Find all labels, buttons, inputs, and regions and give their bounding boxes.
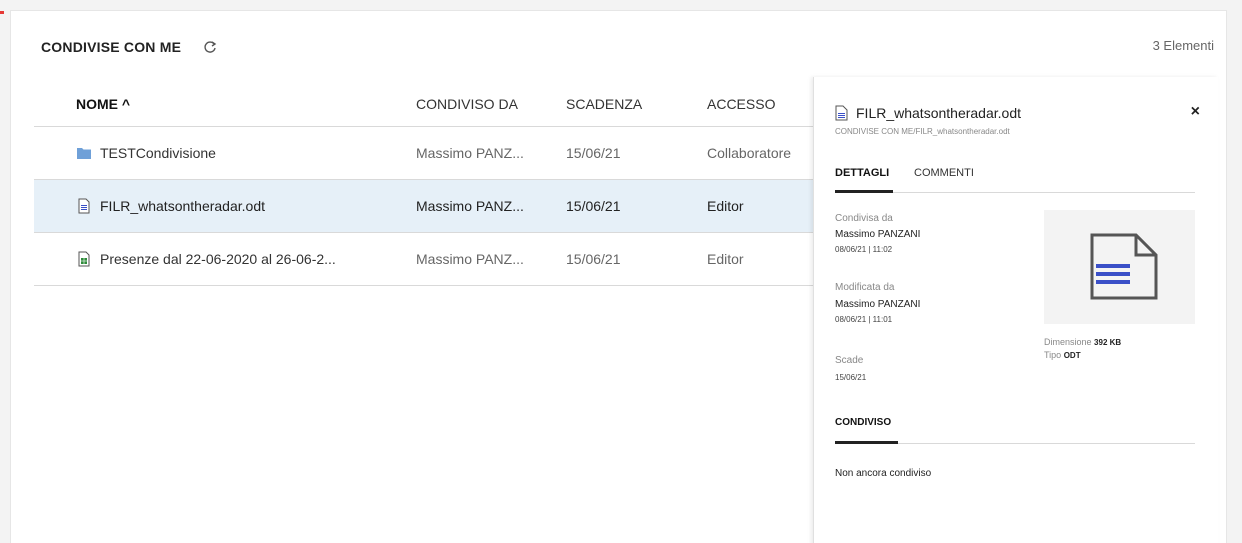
file-thumbnail [1044,210,1195,324]
document-icon [835,105,848,121]
column-header-shared-by[interactable]: CONDIVISO DA [416,96,518,112]
expires-value: 15/06/21 [835,373,867,382]
refresh-icon[interactable] [203,40,217,54]
column-header-name[interactable]: NOME ^ [76,96,130,112]
shared-by-label: Condivisa da [835,213,893,224]
close-icon[interactable]: × [1191,103,1200,121]
tab-comments[interactable]: COMMENTI [914,167,974,179]
document-icon [78,198,90,214]
size-label: Dimensione [1044,337,1092,347]
table-row[interactable]: Presenze dal 22-06-2020 al 26-06-2... Ma… [34,233,824,286]
size-value: 392 KB [1094,338,1122,347]
corner-marker [0,11,4,14]
file-type: Tipo ODT [1044,350,1081,360]
column-header-expires[interactable]: SCADENZA [566,96,642,112]
file-name: FILR_whatsontheradar.odt [100,198,265,214]
type-value: ODT [1063,351,1081,360]
details-pane: FILR_whatsontheradar.odt × CONDIVISE CON… [813,77,1218,543]
column-header-access[interactable]: ACCESSO [707,96,775,112]
shared-by: Massimo PANZ... [416,145,524,161]
shared-by-date: 08/06/21 | 11:02 [835,245,893,254]
details-title: FILR_whatsontheradar.odt [856,105,1021,121]
modified-by-date: 08/06/21 | 11:01 [835,315,893,324]
access-level: Editor [707,251,744,267]
modified-by-label: Modificata da [835,282,895,293]
file-name: Presenze dal 22-06-2020 al 26-06-2... [100,251,336,267]
expiration: 15/06/21 [566,251,621,267]
active-tab-indicator [835,190,893,193]
file-name: TESTCondivisione [100,145,216,161]
shared-by-name: Massimo PANZANI [835,229,921,240]
expires-label: Scade [835,355,864,366]
table-row[interactable]: TESTCondivisione Massimo PANZ... 15/06/2… [34,127,824,180]
modified-by-name: Massimo PANZANI [835,299,921,310]
tab-details[interactable]: DETTAGLI [835,167,889,179]
shared-by: Massimo PANZ... [416,198,524,214]
page-title: CONDIVISE CON ME [41,39,182,55]
breadcrumb: CONDIVISE CON ME/FILR_whatsontheradar.od… [835,127,1010,136]
spreadsheet-icon [78,251,90,267]
shared-heading: CONDIVISO [835,417,892,428]
folder-icon [77,148,91,159]
access-level: Editor [707,198,744,214]
file-size: Dimensione 392 KB [1044,337,1121,347]
document-icon [1090,233,1158,300]
table-row[interactable]: FILR_whatsontheradar.odt Massimo PANZ...… [34,180,824,233]
item-count: 3 Elementi [1152,38,1214,53]
files-table: NOME ^ CONDIVISO DA SCADENZA ACCESSO TES… [34,77,824,286]
shared-heading-indicator [835,441,898,444]
shared-status: Non ancora condiviso [835,468,932,479]
expiration: 15/06/21 [566,198,621,214]
expiration: 15/06/21 [566,145,621,161]
type-label: Tipo [1044,350,1062,360]
access-level: Collaboratore [707,145,792,161]
table-header: NOME ^ CONDIVISO DA SCADENZA ACCESSO [34,77,824,127]
shared-by: Massimo PANZ... [416,251,524,267]
details-tabs: DETTAGLI COMMENTI [835,163,1195,193]
